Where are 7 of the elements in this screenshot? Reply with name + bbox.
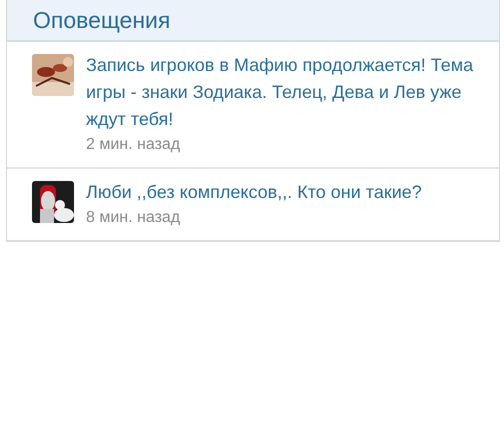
notification-link[interactable]: Запись игроков в Мафию продолжается! Тема игры - знаки Зодиака. Телец, Дева и Лев уже ждут тебя!: [86, 52, 491, 133]
notification-item[interactable]: Запись игроков в Мафию продолжается! Тема игры - знаки Зодиака. Телец, Дева и Лев уже ждут тебя! 2 мин. назад: [7, 42, 499, 169]
panel-title: Оповещения: [33, 6, 170, 34]
notification-link[interactable]: Люби ,,без комплексов,,. Кто они такие?: [86, 179, 422, 206]
notification-item[interactable]: Люби ,,без комплексов,,. Кто они такие? 8 мин. назад: [7, 169, 499, 240]
notification-time: 8 мин. назад: [86, 208, 182, 228]
notification-time: 2 мин. назад: [86, 135, 182, 155]
